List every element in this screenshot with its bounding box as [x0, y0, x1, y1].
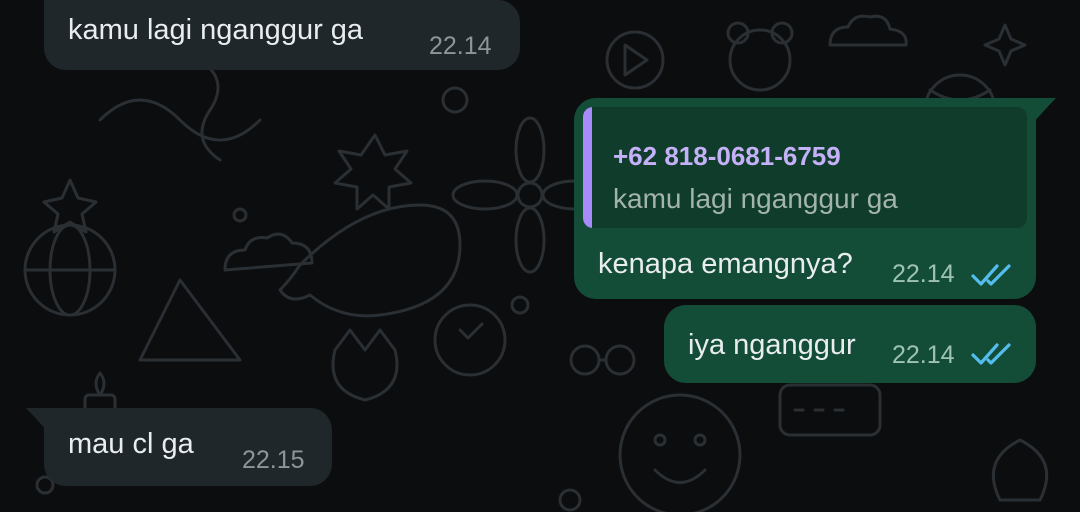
- message-bubble-incoming[interactable]: mau cl ga 22.15: [44, 408, 332, 486]
- message-time: 22.14: [892, 341, 955, 369]
- message-bubble-incoming[interactable]: kamu lagi nganggur ga 22.14: [44, 0, 520, 70]
- chat-view: kamu lagi nganggur ga 22.14 +62 818-0681…: [0, 0, 1080, 512]
- message-time: 22.14: [892, 260, 955, 288]
- double-check-icon: [971, 343, 1011, 365]
- quote-accent-bar: [583, 107, 592, 228]
- quoted-sender: +62 818-0681-6759: [613, 141, 841, 171]
- message-text: iya nganggur: [688, 329, 856, 361]
- message-bubble-outgoing[interactable]: iya nganggur 22.14: [664, 305, 1036, 383]
- message-time: 22.14: [429, 32, 492, 60]
- message-bubble-outgoing[interactable]: +62 818-0681-6759 kamu lagi nganggur ga …: [574, 98, 1036, 299]
- quoted-text: kamu lagi nganggur ga: [613, 183, 898, 214]
- message-text: kenapa emangnya?: [598, 248, 853, 280]
- double-check-icon: [971, 264, 1011, 286]
- quoted-message[interactable]: +62 818-0681-6759 kamu lagi nganggur ga: [583, 107, 1027, 228]
- message-time: 22.15: [242, 446, 305, 474]
- message-text: kamu lagi nganggur ga: [68, 14, 364, 46]
- message-text: mau cl ga: [68, 428, 194, 460]
